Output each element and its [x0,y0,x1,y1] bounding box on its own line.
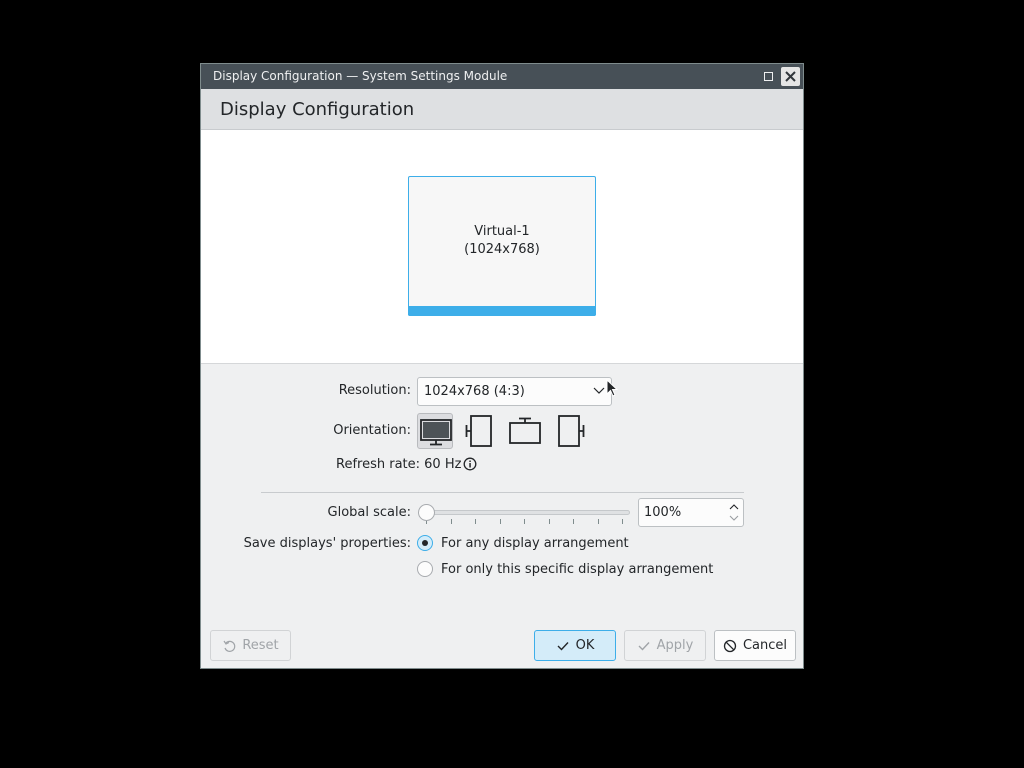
mouse-cursor-icon [606,379,619,397]
close-button[interactable] [781,67,800,86]
cancel-button[interactable]: Cancel [714,630,796,661]
slider-tick [451,519,452,524]
landscape-flipped-icon [509,417,541,444]
undo-icon [223,640,236,652]
checkmark-icon [557,641,569,651]
title-bar[interactable]: Display Configuration — System Settings … [201,64,803,89]
radio-any-arrangement-label[interactable]: For any display arrangement [441,536,629,551]
close-icon [785,71,796,82]
display-arrangement-canvas[interactable]: Virtual-1 (1024x768) [201,130,803,364]
save-properties-label: Save displays' properties: [243,536,411,551]
ok-button-label: OK [575,638,595,653]
slider-tick [475,519,476,524]
radio-any-arrangement[interactable] [417,535,433,551]
orientation-portrait-left-button[interactable] [463,413,499,449]
global-scale-value: 100% [644,505,682,520]
orientation-landscape-button[interactable] [417,413,453,449]
slider-tick [524,519,525,524]
cancel-button-label: Cancel [742,638,788,653]
maximize-button[interactable] [759,67,778,86]
global-scale-slider-track[interactable] [426,510,630,515]
global-scale-slider-handle[interactable] [418,504,435,521]
portrait-left-icon [465,415,492,447]
chevron-down-icon [593,387,605,394]
slider-tick [622,519,623,524]
refresh-rate-text: Refresh rate: 60 Hz [336,457,462,472]
orientation-label: Orientation: [333,423,411,438]
orientation-flipped-button[interactable] [507,413,543,449]
section-divider [261,492,744,493]
monitor-resolution: (1024x768) [464,242,540,257]
page-title: Display Configuration [220,99,415,120]
page-header: Display Configuration [201,89,803,130]
radio-selected-dot [422,540,428,546]
chevron-down-icon[interactable] [728,513,740,523]
slider-tick [549,519,550,524]
resolution-value: 1024x768 (4:3) [424,384,525,399]
info-icon[interactable] [463,457,477,471]
apply-button[interactable]: Apply [624,630,706,661]
apply-button-label: Apply [656,638,694,653]
slider-tick [598,519,599,524]
reset-button[interactable]: Reset [210,630,291,661]
chevron-up-icon[interactable] [728,502,740,512]
system-settings-window: Display Configuration — System Settings … [200,63,804,669]
slider-tick [500,519,501,524]
radio-specific-arrangement[interactable] [417,561,433,577]
radio-specific-arrangement-label[interactable]: For only this specific display arrangeme… [441,562,713,577]
orientation-portrait-right-button[interactable] [553,413,589,449]
reset-button-label: Reset [242,638,279,653]
portrait-right-icon [558,415,585,447]
monitor-name: Virtual-1 [474,224,530,239]
primary-indicator-bar [408,306,596,316]
global-scale-spinbox[interactable]: 100% [638,498,744,527]
cancel-icon [723,639,737,652]
maximize-icon [764,72,773,81]
window-title: Display Configuration — System Settings … [213,69,508,83]
checkmark-icon [638,641,650,651]
monitor-output[interactable]: Virtual-1 (1024x768) [408,176,596,316]
resolution-combobox[interactable]: 1024x768 (4:3) [417,377,612,406]
landscape-icon [420,419,452,446]
slider-tick [573,519,574,524]
resolution-label: Resolution: [338,383,411,398]
global-scale-label: Global scale: [327,505,411,520]
ok-button[interactable]: OK [534,630,616,661]
